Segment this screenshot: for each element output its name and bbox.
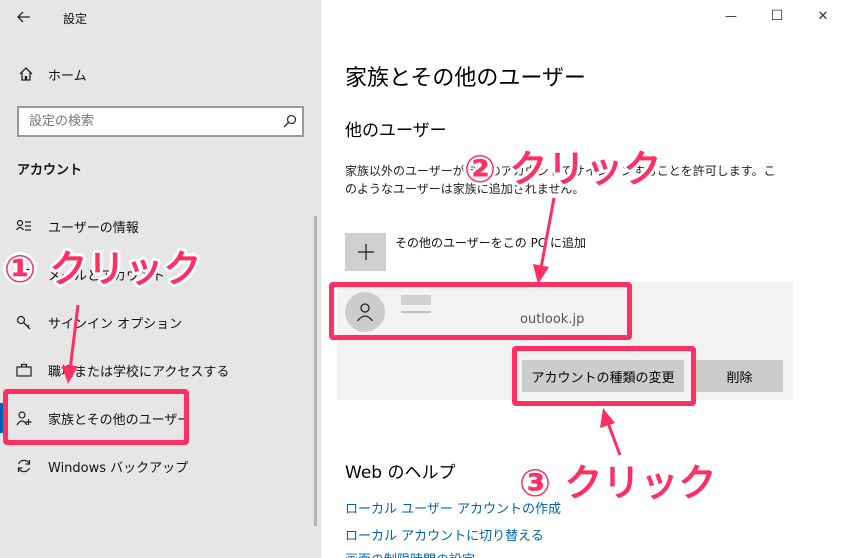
add-user-button[interactable]	[345, 233, 386, 271]
sidebar-item-home[interactable]: ホーム	[0, 55, 320, 93]
maximize-button[interactable]: ☐	[754, 4, 800, 28]
key-icon	[16, 314, 32, 330]
close-button[interactable]: ✕	[800, 4, 846, 28]
back-arrow-icon[interactable]	[10, 6, 38, 28]
help-link-switch-local-account[interactable]: ローカル アカウントに切り替える	[345, 525, 544, 544]
search-input[interactable]	[19, 108, 269, 135]
minimize-icon: —	[725, 9, 737, 23]
sidebar-scrollbar[interactable]	[314, 216, 317, 526]
highlight-box-change-type	[512, 346, 696, 406]
sidebar-item-label: ユーザーの情報	[48, 221, 139, 236]
sidebar-item-user-info[interactable]: ユーザーの情報	[0, 207, 320, 245]
settings-window: 設定 ホーム アカウント ユーザーの情報 メールとアカウント	[0, 0, 847, 558]
annotation-step-2: ② クリック	[464, 147, 662, 191]
annotation-step-1: ① クリック	[4, 247, 202, 291]
highlight-box-family	[3, 389, 189, 445]
sync-icon	[16, 458, 32, 474]
delete-button[interactable]: 削除	[696, 360, 783, 392]
sidebar-item-work-school[interactable]: 職場または学校にアクセスする	[0, 351, 320, 389]
sidebar-item-windows-backup[interactable]: Windows バックアップ	[0, 447, 320, 485]
window-title: 設定	[63, 12, 88, 26]
page-title: 家族とその他のユーザー	[345, 66, 586, 91]
sidebar-item-label: Windows バックアップ	[48, 461, 189, 476]
section-title-other-users: 他のユーザー	[345, 121, 447, 141]
search-icon	[282, 113, 298, 129]
help-title: Web のヘルプ	[345, 463, 456, 483]
sidebar-item-signin-options[interactable]: サインイン オプション	[0, 303, 320, 341]
highlight-box-user	[329, 282, 632, 340]
close-icon: ✕	[817, 8, 829, 24]
sidebar-item-label: 職場または学校にアクセスする	[48, 365, 230, 380]
briefcase-icon	[16, 362, 32, 378]
search-box[interactable]	[17, 106, 304, 137]
minimize-button[interactable]: —	[708, 4, 754, 28]
sidebar-item-label: サインイン オプション	[48, 317, 183, 332]
help-link-screen-time[interactable]: 画面の制限時間の設定	[345, 549, 475, 558]
section-title: アカウント	[17, 163, 83, 178]
home-icon	[18, 66, 34, 82]
plus-icon	[357, 244, 374, 260]
maximize-icon: ☐	[770, 8, 784, 24]
add-user-label[interactable]: その他のユーザーをこの PC に追加	[395, 234, 586, 251]
sidebar-item-label: ホーム	[48, 69, 87, 84]
annotation-step-3: ③ クリック	[519, 461, 717, 505]
user-info-icon	[16, 218, 32, 234]
